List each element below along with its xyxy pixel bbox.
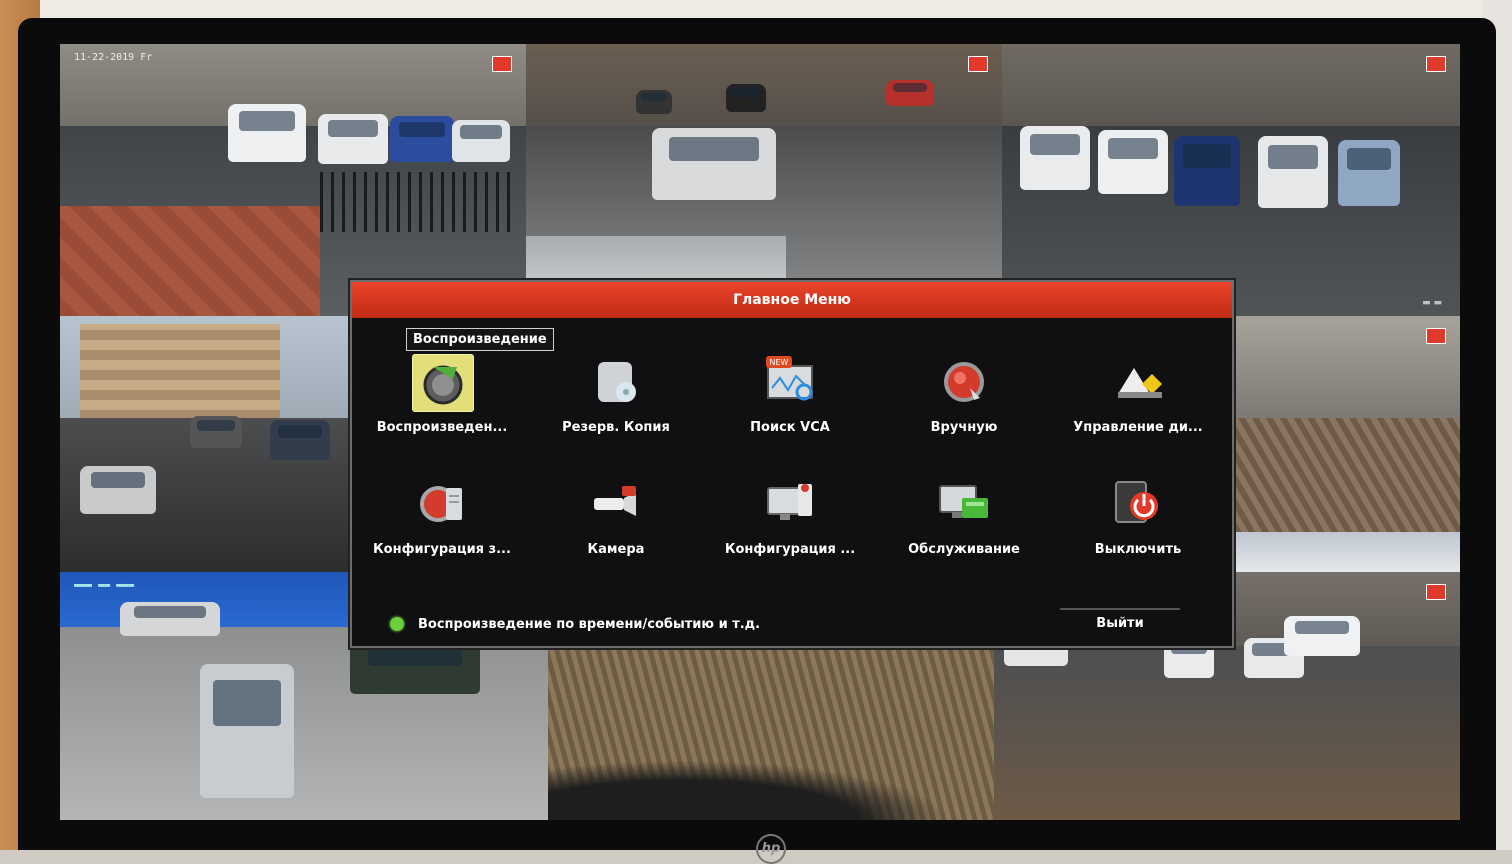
- menu-item-camera[interactable]: Камера: [532, 476, 700, 574]
- hp-logo-icon: hp: [756, 834, 786, 864]
- dialog-title: Главное Меню: [733, 292, 851, 308]
- status-text: Воспроизведение по времени/событию и т.д…: [418, 616, 761, 632]
- dvr-screen: 11-22-2019 Fr ▬ ▬ ▬▬▬ ▬▬ ▬▬▬ Главное Мен…: [60, 44, 1460, 820]
- camera-feed-5[interactable]: [1230, 316, 1460, 572]
- menu-item-vca-search[interactable]: NEW Поиск VCA: [706, 354, 874, 452]
- status-indicator-icon: [390, 617, 404, 631]
- snow-patch: [1230, 532, 1460, 572]
- menu-item-label: Воспроизведен...: [376, 420, 508, 435]
- menu-item-label: Конфигурация ...: [724, 542, 856, 557]
- record-config-icon: [412, 476, 472, 532]
- menu-item-playback[interactable]: Воспроизведен...: [358, 354, 526, 452]
- system-config-icon: [760, 476, 820, 532]
- menu-item-maintenance[interactable]: Обслуживание: [880, 476, 1048, 574]
- menu-item-system-config[interactable]: Конфигурация ...: [706, 476, 874, 574]
- menu-tooltip: Воспроизведение: [406, 328, 554, 351]
- record-indicator-icon: [968, 56, 988, 72]
- menu-item-label: Выключить: [1094, 542, 1182, 557]
- record-indicator-icon: [1426, 328, 1446, 344]
- maintenance-icon: [934, 476, 994, 532]
- manual-record-icon: [934, 354, 994, 410]
- exit-button[interactable]: Выйти: [1060, 608, 1180, 636]
- menu-item-label: Управление ди...: [1073, 420, 1203, 435]
- record-indicator-icon: [1426, 56, 1446, 72]
- menu-item-label: Конфигурация з...: [373, 542, 511, 557]
- menu-item-manual[interactable]: Вручную: [880, 354, 1048, 452]
- apartment-building: [80, 324, 280, 420]
- playback-icon: [412, 354, 474, 412]
- fence: [320, 172, 510, 232]
- record-indicator-icon: [1426, 584, 1446, 600]
- menu-item-label: Поиск VCA: [750, 420, 830, 435]
- menu-item-shutdown[interactable]: Выключить: [1054, 476, 1222, 574]
- status-bar: Воспроизведение по времени/событию и т.д…: [352, 602, 1232, 646]
- shutdown-icon: [1108, 476, 1168, 532]
- background-wall: [0, 0, 1512, 18]
- camera-feed-3[interactable]: ▬ ▬: [1002, 44, 1460, 316]
- svg-text:NEW: NEW: [770, 358, 789, 367]
- backup-icon: [586, 354, 646, 410]
- dialog-header: Главное Меню: [352, 282, 1232, 318]
- camera-feed-4[interactable]: [60, 316, 350, 572]
- menu-item-record-config[interactable]: Конфигурация з...: [358, 476, 526, 574]
- menu-item-disk-management[interactable]: Управление ди...: [1054, 354, 1222, 452]
- camera-feed-1[interactable]: 11-22-2019 Fr: [60, 44, 526, 316]
- menu-item-label: Обслуживание: [908, 542, 1020, 557]
- menu-item-label: Резерв. Копия: [562, 420, 670, 435]
- record-indicator-icon: [492, 56, 512, 72]
- menu-item-label: Камера: [587, 542, 645, 557]
- camera-feed-2[interactable]: [526, 44, 1002, 316]
- menu-item-backup[interactable]: Резерв. Копия: [532, 354, 700, 452]
- disk-management-icon: [1108, 354, 1168, 410]
- camera-timestamp: 11-22-2019 Fr: [74, 52, 153, 63]
- menu-item-label: Вручную: [930, 420, 998, 435]
- vca-search-icon: NEW: [760, 354, 820, 410]
- brick-pavement: [60, 206, 320, 316]
- monitor-bezel: 11-22-2019 Fr ▬ ▬ ▬▬▬ ▬▬ ▬▬▬ Главное Мен…: [18, 18, 1496, 864]
- main-menu-dialog: Главное Меню Воспроизведение Воспроизвед…: [350, 280, 1234, 648]
- camera-shadow: [548, 750, 994, 820]
- camera-icon: [586, 476, 646, 532]
